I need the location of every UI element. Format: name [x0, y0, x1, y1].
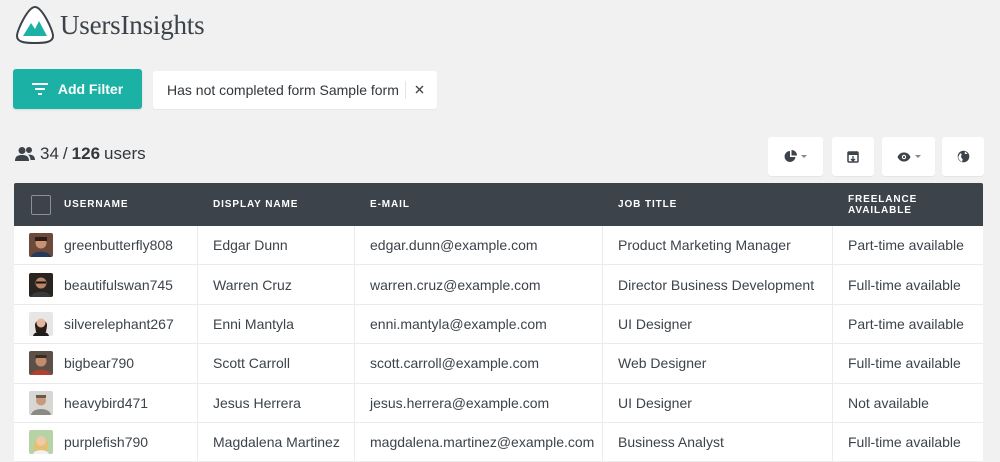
job-title-cell: Web Designer: [603, 344, 833, 383]
username-link[interactable]: purplefish790: [64, 434, 148, 450]
username-link[interactable]: silverelephant267: [64, 316, 174, 332]
avatar[interactable]: [29, 430, 53, 455]
eye-icon: [897, 152, 910, 161]
username-link[interactable]: greenbutterfly808: [64, 237, 173, 253]
table-row[interactable]: purplefish790 Magdalena Martinez magdale…: [14, 422, 983, 462]
add-filter-button[interactable]: Add Filter: [13, 69, 142, 109]
pie-chart-icon: [784, 150, 797, 162]
column-header-freelance[interactable]: Freelance Available: [833, 183, 983, 226]
job-title-cell: Director Business Development: [603, 265, 833, 304]
chip-divider: [404, 81, 406, 99]
avatar[interactable]: [29, 233, 53, 258]
table-row[interactable]: greenbutterfly808 Edgar Dunn edgar.dunn@…: [14, 226, 983, 266]
total-count: 126: [71, 144, 101, 163]
select-all-checkbox[interactable]: [31, 194, 51, 215]
count-unit: users: [104, 144, 146, 163]
table-header: Username Display Name E-mail Job Title F…: [14, 183, 983, 226]
job-title-cell: UI Designer: [603, 383, 833, 422]
freelance-cell: Full-time available: [848, 434, 961, 451]
chevron-down-icon: [801, 155, 807, 158]
avatar[interactable]: [29, 351, 53, 376]
display-name-cell: Edgar Dunn: [198, 226, 355, 265]
freelance-cell: Full-time available: [848, 355, 961, 372]
username-link[interactable]: heavybird471: [64, 395, 148, 411]
user-count: 34 / 126 users: [14, 144, 146, 164]
email-cell: enni.mantyla@example.com: [355, 304, 603, 344]
avatar[interactable]: [29, 272, 53, 297]
email-cell: scott.carroll@example.com: [355, 344, 603, 383]
display-name-cell: Enni Mantyla: [198, 304, 355, 344]
column-header-job-title[interactable]: Job Title: [603, 183, 833, 226]
table-row[interactable]: beautifulswan745 Warren Cruz warren.cruz…: [14, 265, 983, 305]
close-icon[interactable]: [412, 81, 428, 99]
active-filter-chip[interactable]: Has not completed form Sample form: [153, 71, 437, 109]
freelance-cell: Part-time available: [848, 237, 964, 254]
display-name-cell: Magdalena Martinez: [198, 422, 355, 462]
email-cell: magdalena.martinez@example.com: [355, 422, 603, 462]
column-header-username[interactable]: Username: [14, 183, 198, 226]
display-name-cell: Scott Carroll: [198, 344, 355, 383]
app-name: UsersInsights: [60, 9, 205, 40]
display-name-cell: Warren Cruz: [198, 265, 355, 304]
avatar[interactable]: [29, 390, 53, 415]
avatar[interactable]: [29, 311, 53, 336]
export-icon: [847, 150, 859, 163]
username-link[interactable]: bigbear790: [64, 355, 134, 371]
column-header-display-name[interactable]: Display Name: [198, 183, 355, 226]
export-button[interactable]: [832, 137, 874, 176]
freelance-cell: Not available: [848, 394, 929, 411]
email-cell: jesus.herrera@example.com: [355, 383, 603, 422]
charts-button[interactable]: [768, 137, 823, 176]
count-separator: /: [62, 144, 68, 163]
freelance-cell: Part-time available: [848, 315, 964, 332]
freelance-cell: Full-time available: [848, 276, 961, 293]
users-icon: [15, 147, 35, 161]
filter-lines-icon: [31, 83, 48, 95]
mountain-logo-icon: [15, 5, 55, 45]
users-table: Username Display Name E-mail Job Title F…: [14, 183, 983, 462]
table-row[interactable]: silverelephant267 Enni Mantyla enni.mant…: [14, 304, 983, 345]
display-name-cell: Jesus Herrera: [198, 383, 355, 422]
username-link[interactable]: beautifulswan745: [64, 277, 173, 293]
shown-count: 34: [40, 144, 59, 163]
email-cell: edgar.dunn@example.com: [355, 226, 603, 265]
chevron-down-icon: [914, 155, 921, 158]
active-filter-text: Has not completed form Sample form: [167, 82, 399, 98]
map-view-button[interactable]: [942, 137, 984, 176]
globe-icon: [957, 150, 969, 163]
table-row[interactable]: bigbear790 Scott Carroll scott.carroll@e…: [14, 344, 983, 384]
job-title-cell: UI Designer: [603, 304, 833, 344]
app-logo: UsersInsights: [14, 4, 205, 46]
add-filter-label: Add Filter: [57, 81, 124, 97]
table-row[interactable]: heavybird471 Jesus Herrera jesus.herrera…: [14, 383, 983, 423]
email-cell: warren.cruz@example.com: [355, 265, 603, 304]
column-header-email[interactable]: E-mail: [355, 183, 603, 226]
job-title-cell: Product Marketing Manager: [603, 226, 833, 265]
visible-columns-button[interactable]: [882, 137, 935, 176]
job-title-cell: Business Analyst: [603, 422, 833, 462]
